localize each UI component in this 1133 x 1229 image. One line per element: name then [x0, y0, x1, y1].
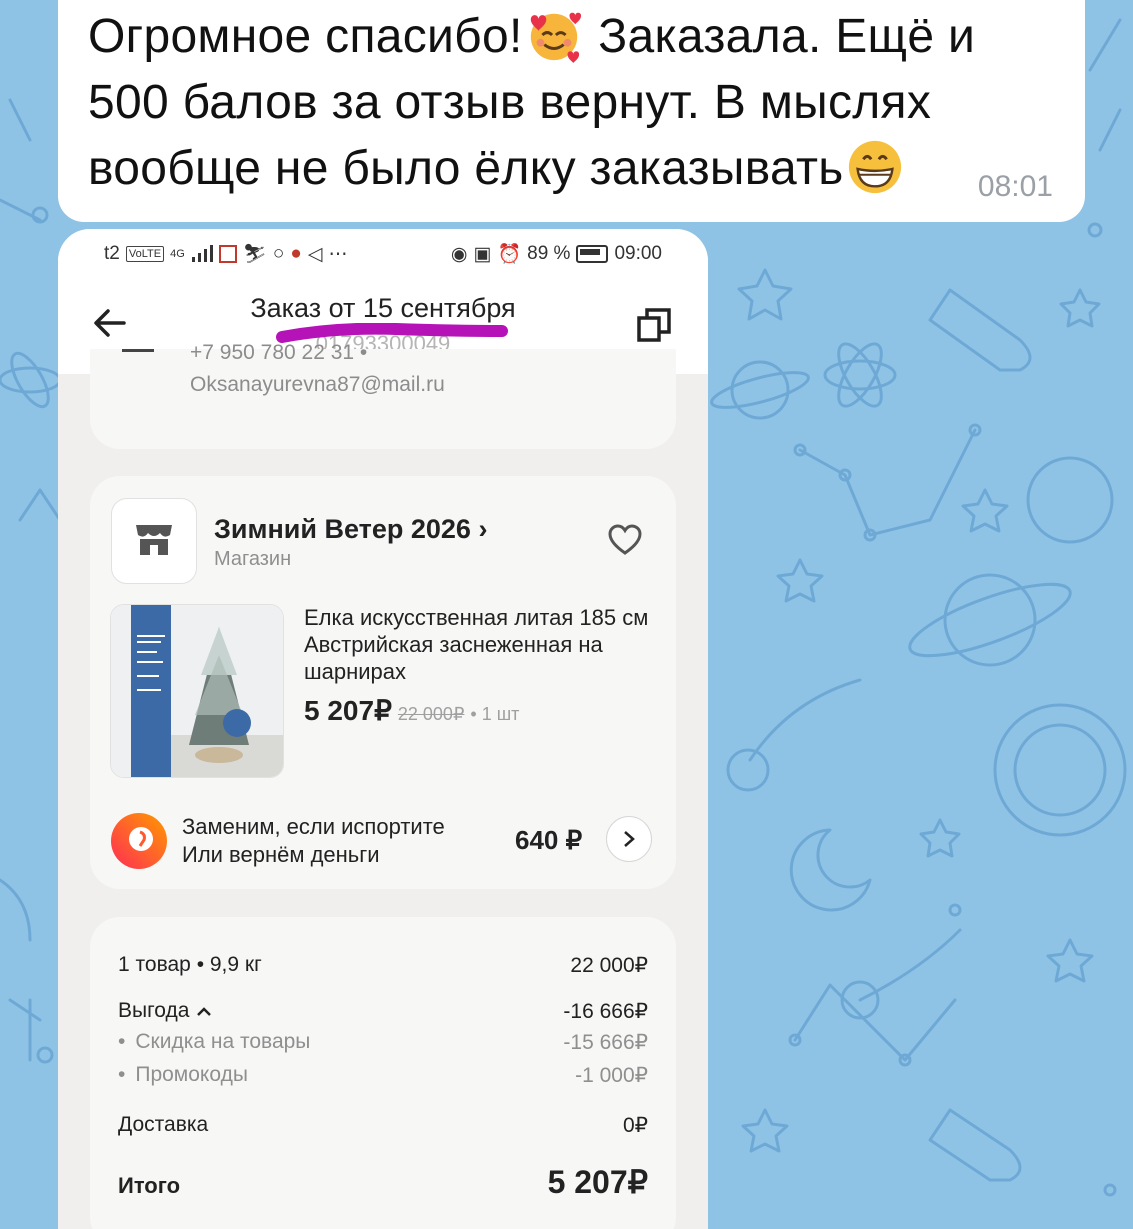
insurance-icon: [111, 813, 167, 869]
benefit-row[interactable]: Выгода -16 666₽: [118, 999, 648, 1024]
smiling-face-with-hearts-icon: [525, 6, 583, 64]
insurance-title: Заменим, если испортите: [182, 814, 445, 839]
divider: [122, 349, 154, 352]
chevron-right-icon: [624, 831, 635, 847]
message-text: Огромное спасибо! Заказала. Ещё и 500 ба…: [88, 4, 1048, 202]
network-label: 4G: [170, 248, 185, 260]
contact-email: Oksanayurevna87@mail.ru: [190, 373, 445, 396]
promo-label: Промокоды: [135, 1063, 248, 1086]
delivery-value: 0₽: [622, 1114, 648, 1137]
volte-badge: VoLTE: [125, 246, 165, 262]
alarm-icon: ⏰: [497, 244, 522, 265]
ring-icon: ○: [272, 243, 285, 264]
total-row: Итого 5 207₽: [118, 1163, 648, 1201]
discount-row: • Скидка на товары -15 666₽: [118, 1030, 648, 1054]
total-label: Итого: [118, 1173, 181, 1198]
product-title[interactable]: Елка искусственная литая 185 см Австрийс…: [304, 604, 654, 685]
delivery-label: Доставка: [118, 1113, 209, 1136]
christmas-tree-photo: [111, 605, 283, 777]
more-icon: ⋯: [328, 243, 348, 265]
sport-icon: ⛷: [242, 244, 267, 265]
shop-name: Зимний Ветер 2026: [214, 514, 471, 544]
map-pin-icon: ●: [290, 243, 302, 264]
chevron-up-icon: [197, 1007, 212, 1016]
signal-icon: [191, 245, 213, 262]
product-image[interactable]: [110, 604, 284, 778]
message-bubble[interactable]: Огромное спасибо! Заказала. Ещё и 500 ба…: [58, 0, 1085, 222]
delivery-row: Доставка 0₽: [118, 1113, 648, 1138]
app-notification-icon: [218, 245, 237, 263]
items-label: 1 товар • 9,9 кг: [118, 953, 262, 976]
eye-icon: ◉: [450, 243, 468, 265]
page-title: Заказ от 15 сентября: [250, 293, 516, 323]
promo-value: -1 000₽: [575, 1064, 648, 1087]
product-old-price: 22 000₽: [397, 704, 465, 724]
insurance-open-button[interactable]: [606, 816, 652, 862]
shop-subtitle: Магазин: [214, 548, 292, 570]
message-line: Заказала. Ещё и: [598, 10, 976, 63]
chevron-right-icon: ›: [478, 514, 488, 544]
benefit-value: -16 666₽: [563, 1000, 648, 1023]
battery-icon: [576, 245, 609, 263]
product-price: 5 207₽: [304, 695, 392, 726]
insurance-subtitle: Или вернём деньги: [182, 842, 380, 867]
highlight-scribble: [276, 323, 508, 343]
battery-percent: 89 %: [527, 243, 571, 264]
total-value: 5 207₽: [547, 1164, 648, 1200]
benefit-label: Выгода: [118, 999, 190, 1022]
insurance-price: 640 ₽: [515, 825, 583, 855]
items-value: 22 000₽: [570, 954, 648, 977]
shop-logo[interactable]: [111, 498, 197, 584]
price-row: 5 207₽ 22 000₽ • 1 шт: [304, 694, 519, 727]
status-bar: t2 VoLTE 4G ⛷ ○ ● ◁ ⋯ ◉ ▣ ⏰ 89 % 09:00: [58, 229, 708, 279]
message-line: 500 балов за отзыв вернут. В мыслях: [88, 76, 932, 129]
status-time: 09:00: [614, 243, 662, 264]
copy-icon[interactable]: [636, 307, 672, 343]
heart-icon[interactable]: [608, 524, 642, 556]
message-line: вообще не было ёлку заказывать: [88, 142, 844, 195]
message-line: Огромное спасибо!: [88, 10, 523, 63]
shop-name-link[interactable]: Зимний Ветер 2026 ›: [214, 514, 487, 545]
contact-card: +7 950 780 22 31 • Oksanayurevna87@mail.…: [90, 341, 676, 449]
nfc-icon: ▣: [473, 243, 492, 265]
send-icon: ◁: [307, 243, 323, 265]
carrier-label: t2: [104, 243, 120, 264]
store-icon: [136, 525, 172, 555]
items-row: 1 товар • 9,9 кг 22 000₽: [118, 953, 648, 978]
shop-card: Зимний Ветер 2026 › Магазин Елка искусст…: [90, 476, 676, 889]
discount-value: -15 666₽: [563, 1031, 648, 1054]
summary-card: 1 товар • 9,9 кг 22 000₽ Выгода -16 666₽…: [90, 917, 676, 1229]
grinning-face-icon: [846, 138, 904, 196]
contact-phone: +7 950 780 22 31 •: [190, 341, 368, 364]
order-screenshot[interactable]: t2 VoLTE 4G ⛷ ○ ● ◁ ⋯ ◉ ▣ ⏰ 89 % 09:00 0…: [58, 229, 708, 1229]
message-time: 08:01: [977, 170, 1053, 203]
promo-row: • Промокоды -1 000₽: [118, 1063, 648, 1087]
discount-label: Скидка на товары: [135, 1030, 311, 1053]
product-quantity: • 1 шт: [470, 704, 520, 724]
